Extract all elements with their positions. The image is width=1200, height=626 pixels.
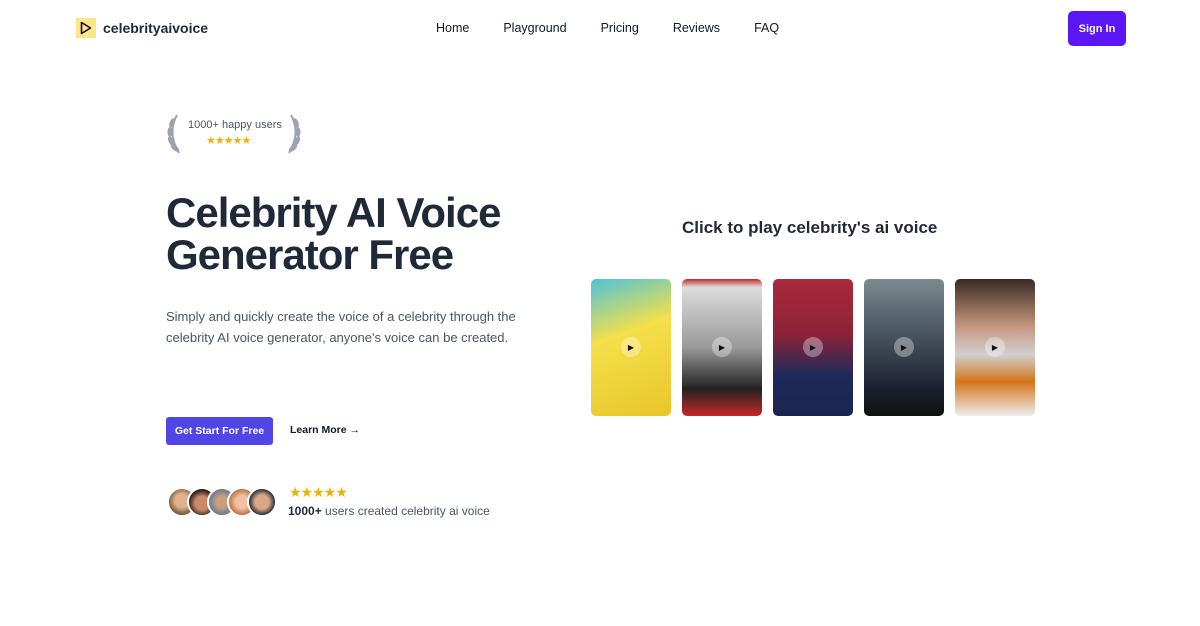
star-rating-icon: ★★★★★ bbox=[206, 135, 251, 147]
star-rating-icon: ★★★★★ bbox=[289, 484, 348, 500]
happy-users-badge: 1000+ happy users ★★★★★ bbox=[165, 113, 305, 155]
play-icon bbox=[76, 18, 96, 38]
celebrity-card[interactable]: ▶ bbox=[591, 279, 671, 416]
page-title: Celebrity AI Voice Generator Free bbox=[166, 189, 501, 278]
celebrity-card[interactable]: ▶ bbox=[955, 279, 1035, 416]
logo[interactable]: celebrityaivoice bbox=[76, 18, 208, 38]
get-started-button[interactable]: Get Start For Free bbox=[166, 417, 273, 445]
nav-faq[interactable]: FAQ bbox=[754, 21, 779, 35]
celebrity-card[interactable]: ▶ bbox=[773, 279, 853, 416]
celebrity-cards: ▶ ▶ ▶ ▶ ▶ bbox=[591, 279, 1035, 416]
users-created-text: 1000+ users created celebrity ai voice bbox=[288, 504, 490, 518]
nav-reviews[interactable]: Reviews bbox=[673, 21, 720, 35]
play-icon[interactable]: ▶ bbox=[894, 337, 914, 357]
learn-more-link[interactable]: Learn More → bbox=[290, 424, 360, 436]
users-label: users created celebrity ai voice bbox=[321, 504, 490, 518]
navbar: celebrityaivoice Home Playground Pricing… bbox=[0, 0, 1200, 57]
play-icon[interactable]: ▶ bbox=[985, 337, 1005, 357]
laurel-right-icon bbox=[288, 114, 301, 154]
badge-text: 1000+ happy users bbox=[188, 119, 282, 131]
hero-description: Simply and quickly create the voice of a… bbox=[166, 309, 516, 345]
celebrity-card[interactable]: ▶ bbox=[864, 279, 944, 416]
celebrity-card[interactable]: ▶ bbox=[682, 279, 762, 416]
showcase-title: Click to play celebrity's ai voice bbox=[682, 218, 938, 237]
nav-home[interactable]: Home bbox=[436, 21, 469, 35]
users-count: 1000+ bbox=[288, 504, 322, 518]
brand-name: celebrityaivoice bbox=[103, 20, 209, 36]
play-icon[interactable]: ▶ bbox=[803, 337, 823, 357]
avatar bbox=[247, 487, 277, 517]
nav-pricing[interactable]: Pricing bbox=[601, 21, 639, 35]
play-icon[interactable]: ▶ bbox=[621, 337, 641, 357]
nav-playground[interactable]: Playground bbox=[503, 21, 566, 35]
sign-in-button[interactable]: Sign In bbox=[1068, 11, 1126, 46]
laurel-left-icon bbox=[167, 114, 180, 154]
play-icon[interactable]: ▶ bbox=[712, 337, 732, 357]
user-avatars bbox=[167, 487, 277, 517]
